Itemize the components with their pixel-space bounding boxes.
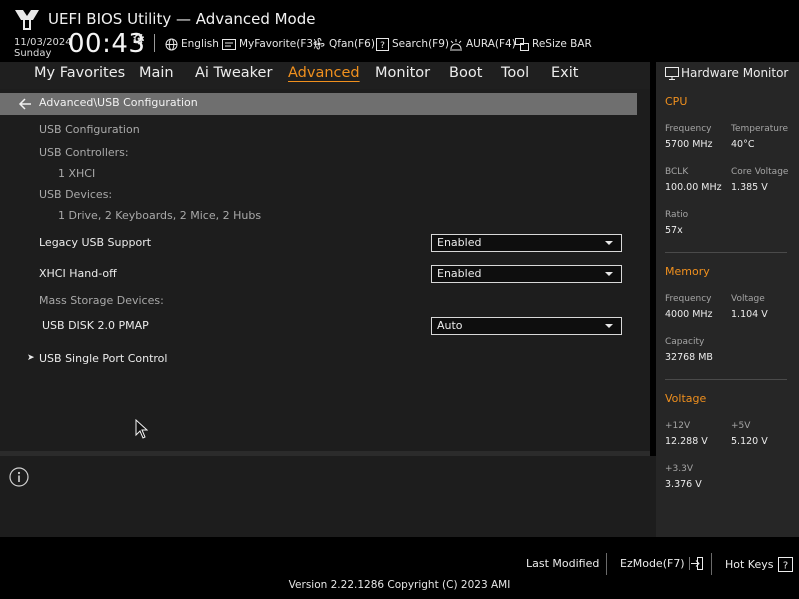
cpu-temperature-value: 40°C xyxy=(731,139,755,150)
xhci-handoff-label: XHCI Hand-off xyxy=(39,267,117,280)
usb-controllers-value: 1 XHCI xyxy=(58,167,96,180)
svg-text:?: ? xyxy=(380,41,385,51)
chevron-down-icon xyxy=(605,272,613,276)
chevron-down-icon xyxy=(605,241,613,245)
ratio-value: 57x xyxy=(665,225,683,236)
footer-divider xyxy=(711,553,712,575)
aura-icon xyxy=(450,38,462,50)
tab-exit[interactable]: Exit xyxy=(551,65,578,81)
legacy-usb-support-dropdown[interactable]: Enabled xyxy=(431,234,622,252)
hardware-monitor-title: Hardware Monitor xyxy=(681,66,789,80)
tab-monitor[interactable]: Monitor xyxy=(375,65,430,81)
cpu-frequency-label: Frequency xyxy=(665,124,712,134)
hw-divider xyxy=(665,379,787,380)
tab-advanced[interactable]: Advanced xyxy=(288,65,360,81)
aura-button[interactable]: AURA(F4) xyxy=(449,36,516,52)
v5-label: +5V xyxy=(731,421,751,431)
tab-main[interactable]: Main xyxy=(139,65,174,81)
clock-settings-gear-icon[interactable]: ⚙ xyxy=(132,30,145,48)
app-title: UEFI BIOS Utility — Advanced Mode xyxy=(48,10,316,28)
xhci-handoff-dropdown[interactable]: Enabled xyxy=(431,265,622,283)
monitor-icon xyxy=(665,67,679,80)
tab-ai-tweaker[interactable]: Ai Tweaker xyxy=(195,65,272,81)
v33-label: +3.3V xyxy=(665,464,694,474)
usb-devices-label: USB Devices: xyxy=(39,188,113,201)
capacity-label: Capacity xyxy=(665,337,705,347)
xhci-handoff-value: Enabled xyxy=(437,267,482,280)
memory-frequency-label: Frequency xyxy=(665,294,712,304)
breadcrumb-path: Advanced\USB Configuration xyxy=(39,96,198,109)
tuf-logo-icon xyxy=(15,10,39,30)
usb-disk-label: USB DISK 2.0 PMAP xyxy=(42,319,149,332)
my-favorite-icon xyxy=(222,39,236,50)
memory-frequency-value: 4000 MHz xyxy=(665,309,713,320)
chevron-down-icon xyxy=(605,324,613,328)
usb-disk-value: Auto xyxy=(437,319,463,332)
cpu-frequency-value: 5700 MHz xyxy=(665,139,713,150)
help-question-icon: ? xyxy=(777,557,793,572)
tab-tool[interactable]: Tool xyxy=(501,65,529,81)
usb-devices-value: 1 Drive, 2 Keyboards, 2 Mice, 2 Hubs xyxy=(58,209,262,222)
day-display: Sunday xyxy=(14,48,52,59)
usb-disk-dropdown[interactable]: Auto xyxy=(431,317,622,335)
ratio-label: Ratio xyxy=(665,210,689,220)
exit-to-ezmode-icon xyxy=(688,557,703,570)
mouse-pointer-icon xyxy=(135,419,148,439)
qfan-button[interactable]: Qfan(F6) xyxy=(312,36,375,52)
core-voltage-value: 1.385 V xyxy=(731,182,768,193)
help-panel xyxy=(0,456,656,537)
cpu-temperature-label: Temperature xyxy=(731,124,789,134)
search-button[interactable]: ? Search(F9) xyxy=(376,36,449,52)
v33-value: 3.376 V xyxy=(665,479,702,490)
memory-voltage-value: 1.104 V xyxy=(731,309,768,320)
myfavorite-button[interactable]: MyFavorite(F3) xyxy=(222,36,317,52)
search-icon: ? xyxy=(376,37,389,51)
resize-bar-label: ReSize BAR xyxy=(532,38,592,50)
last-modified-label: Last Modified xyxy=(526,557,600,570)
last-modified-button[interactable]: Last Modified xyxy=(526,557,599,570)
hw-divider xyxy=(665,252,787,253)
v12-label: +12V xyxy=(665,421,691,431)
submenu-arrow-icon: ➤ xyxy=(27,353,35,363)
usb-controllers-label: USB Controllers: xyxy=(39,146,129,159)
search-label: Search(F9) xyxy=(392,38,449,50)
language-button[interactable]: English xyxy=(165,36,219,52)
language-label: English xyxy=(181,38,219,50)
cpu-section-title: CPU xyxy=(665,95,688,108)
usb-single-port-control-link[interactable]: USB Single Port Control xyxy=(39,352,167,365)
header-divider xyxy=(154,34,155,52)
ezmode-label: EzMode(F7) xyxy=(620,557,685,570)
memory-voltage-label: Voltage xyxy=(731,294,765,304)
fan-icon xyxy=(313,38,325,50)
aura-label: AURA(F4) xyxy=(466,38,516,50)
ezmode-button[interactable]: EzMode(F7) xyxy=(620,557,703,570)
date-display: 11/03/2024 xyxy=(14,37,72,48)
footer-divider xyxy=(606,553,607,575)
resize-bar-button[interactable]: ReSize BAR xyxy=(515,36,592,52)
svg-text:?: ? xyxy=(782,561,787,572)
legacy-usb-support-value: Enabled xyxy=(437,236,482,249)
memory-section-title: Memory xyxy=(665,265,710,278)
version-text: Version 2.22.1286 Copyright (C) 2023 AMI xyxy=(288,579,511,591)
hot-keys-label: Hot Keys xyxy=(725,558,774,571)
globe-icon xyxy=(165,38,178,50)
mass-storage-label: Mass Storage Devices: xyxy=(39,294,164,307)
capacity-value: 32768 MB xyxy=(665,352,713,363)
myfavorite-label: MyFavorite(F3) xyxy=(239,38,318,50)
bclk-value: 100.00 MHz xyxy=(665,182,722,193)
core-voltage-label: Core Voltage xyxy=(731,167,789,177)
qfan-label: Qfan(F6) xyxy=(329,38,375,50)
bclk-label: BCLK xyxy=(665,167,689,177)
v5-value: 5.120 V xyxy=(731,436,768,447)
hot-keys-button[interactable]: Hot Keys ? xyxy=(725,557,793,572)
tab-boot[interactable]: Boot xyxy=(449,65,482,81)
voltage-section-title: Voltage xyxy=(665,392,707,405)
info-icon xyxy=(9,467,29,487)
v12-value: 12.288 V xyxy=(665,436,708,447)
legacy-usb-support-label: Legacy USB Support xyxy=(39,236,152,249)
usb-configuration-heading: USB Configuration xyxy=(39,123,140,136)
resize-bar-icon xyxy=(515,37,529,51)
tab-my-favorites[interactable]: My Favorites xyxy=(34,65,125,81)
back-arrow-icon[interactable] xyxy=(18,97,32,111)
